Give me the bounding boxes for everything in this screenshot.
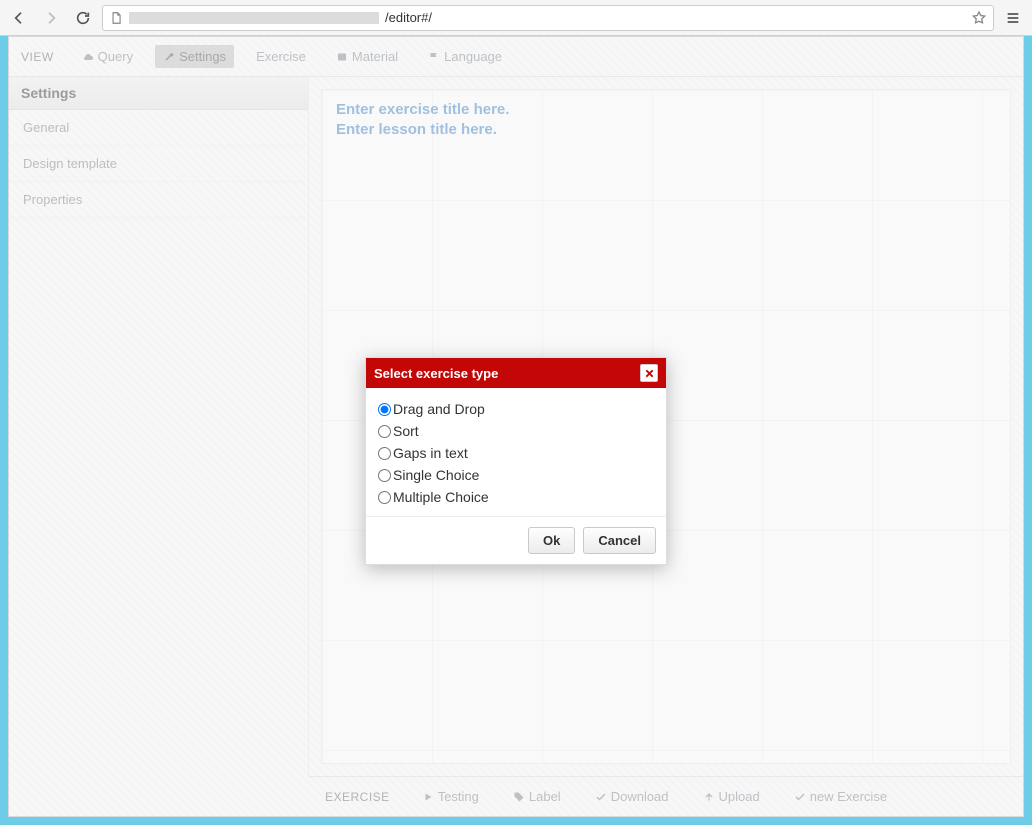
- url-visible-segment: /editor#/: [385, 10, 432, 25]
- address-bar[interactable]: /editor#/: [102, 5, 994, 31]
- close-icon: [644, 368, 655, 379]
- dialog-footer: Ok Cancel: [366, 516, 666, 564]
- cancel-button[interactable]: Cancel: [583, 527, 656, 554]
- dialog-body: Drag and Drop Sort Gaps in text Single C…: [366, 388, 666, 516]
- option-drag-and-drop[interactable]: Drag and Drop: [378, 398, 654, 420]
- hamburger-icon: [1005, 10, 1021, 26]
- reload-button[interactable]: [70, 5, 96, 31]
- arrow-left-icon: [11, 10, 27, 26]
- dialog-close-button[interactable]: [640, 364, 658, 382]
- option-label: Multiple Choice: [393, 489, 489, 505]
- radio-multiple-choice[interactable]: [378, 491, 391, 504]
- option-label: Drag and Drop: [393, 401, 485, 417]
- reload-icon: [75, 10, 91, 26]
- radio-sort[interactable]: [378, 425, 391, 438]
- page-icon: [109, 11, 123, 25]
- browser-toolbar: /editor#/: [0, 0, 1032, 36]
- option-multiple-choice[interactable]: Multiple Choice: [378, 486, 654, 508]
- arrow-right-icon: [43, 10, 59, 26]
- url-obscured-segment: [129, 12, 379, 24]
- browser-menu-button[interactable]: [1000, 5, 1026, 31]
- bookmark-star-icon[interactable]: [971, 10, 987, 26]
- option-label: Gaps in text: [393, 445, 468, 461]
- option-gaps-in-text[interactable]: Gaps in text: [378, 442, 654, 464]
- ok-button[interactable]: Ok: [528, 527, 575, 554]
- option-label: Single Choice: [393, 467, 479, 483]
- app-viewport: VIEW Query Settings Exercise Material La…: [8, 36, 1024, 817]
- option-label: Sort: [393, 423, 419, 439]
- radio-single-choice[interactable]: [378, 469, 391, 482]
- select-exercise-type-dialog: Select exercise type Drag and Drop Sort …: [365, 357, 667, 565]
- option-sort[interactable]: Sort: [378, 420, 654, 442]
- forward-button[interactable]: [38, 5, 64, 31]
- dialog-header[interactable]: Select exercise type: [366, 358, 666, 388]
- dialog-title: Select exercise type: [374, 366, 498, 381]
- option-single-choice[interactable]: Single Choice: [378, 464, 654, 486]
- radio-gaps-in-text[interactable]: [378, 447, 391, 460]
- radio-drag-and-drop[interactable]: [378, 403, 391, 416]
- back-button[interactable]: [6, 5, 32, 31]
